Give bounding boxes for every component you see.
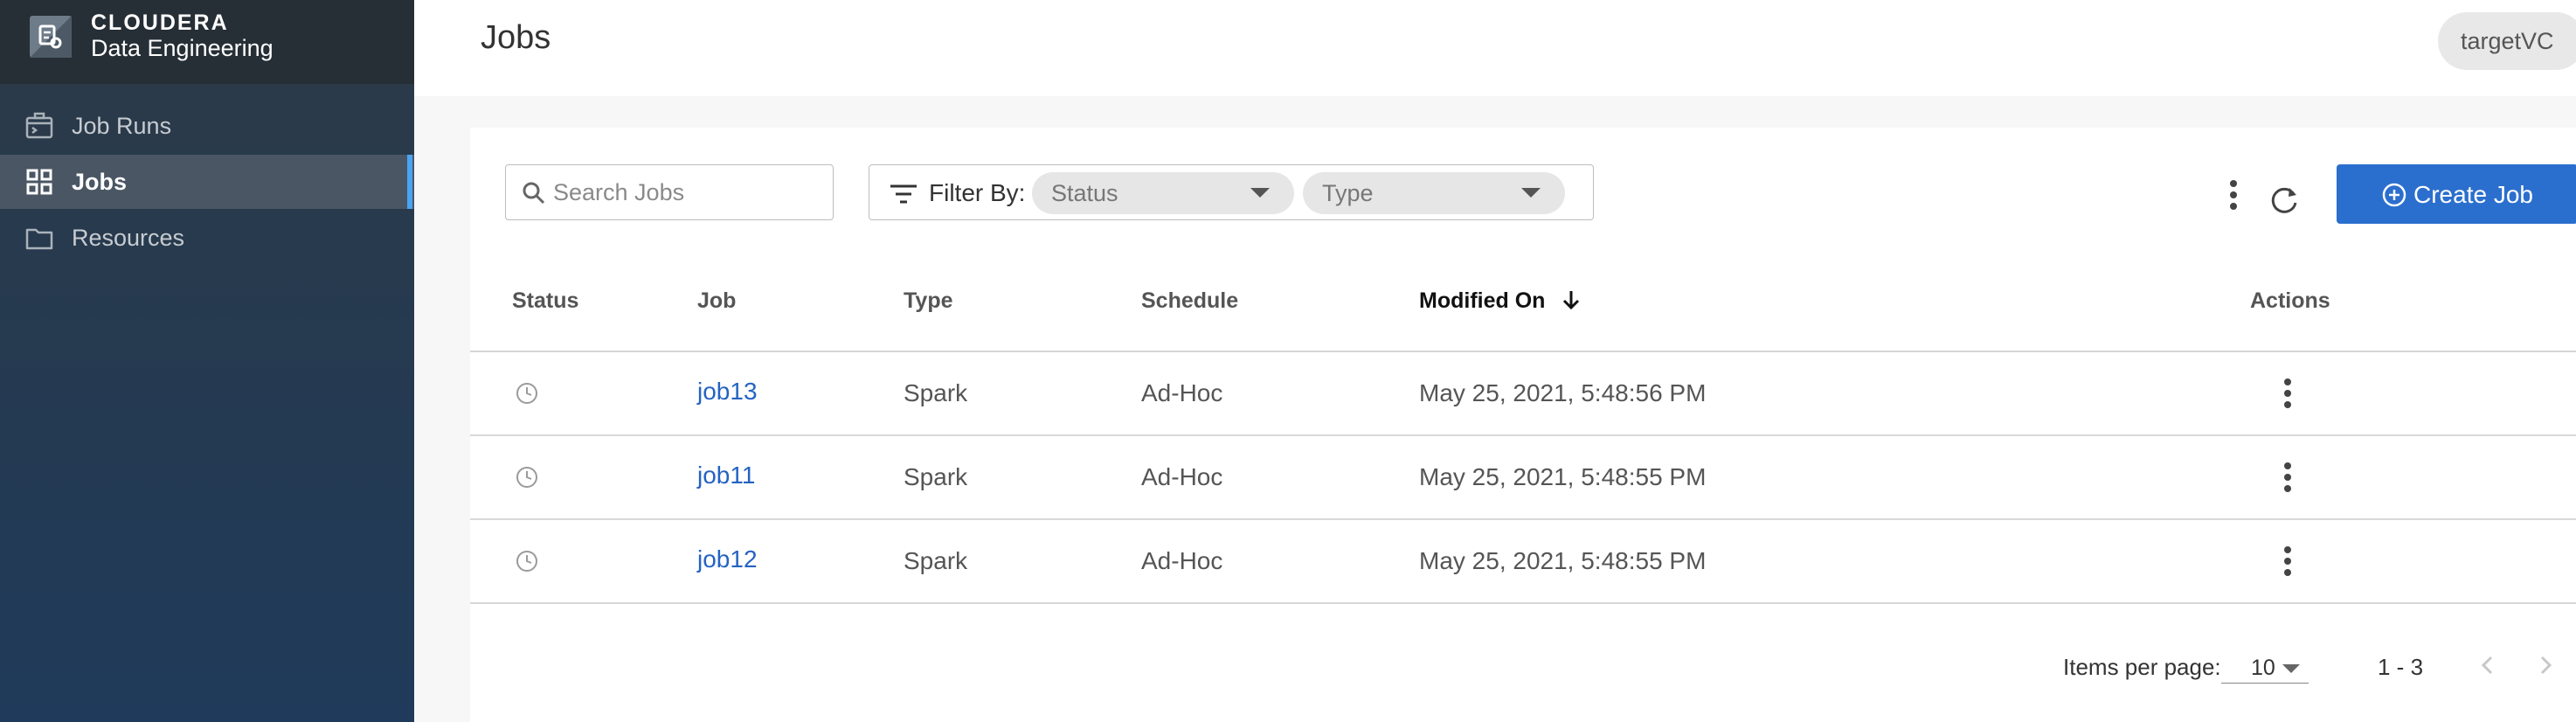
search-box[interactable]: [505, 164, 834, 220]
sidebar-item-job-runs[interactable]: Job Runs: [0, 99, 414, 153]
column-header-status[interactable]: Status: [512, 288, 578, 314]
column-header-actions: Actions: [2250, 288, 2330, 313]
pagination-range: 1 - 3: [2378, 654, 2424, 680]
brand-subtitle: Data Engineering: [91, 35, 274, 61]
grid-icon: [26, 169, 52, 195]
job-link[interactable]: job11: [697, 462, 755, 489]
row-actions-icon[interactable]: [2277, 546, 2298, 585]
caret-down-icon: [1521, 188, 1541, 198]
type-filter-placeholder: Type: [1322, 180, 1374, 206]
table-row: job13 Spark Ad-Hoc May 25, 2021, 5:48:56…: [470, 352, 2576, 436]
job-schedule: Ad-Hoc: [1141, 547, 1223, 574]
job-type: Spark: [904, 547, 968, 574]
more-options-icon[interactable]: [2223, 180, 2244, 219]
user-chip[interactable]: targetVC: [2438, 12, 2576, 70]
sidebar-item-resources[interactable]: Resources: [0, 211, 414, 265]
page-header: Jobs targetVC: [414, 0, 2576, 96]
status-filter-placeholder: Status: [1051, 180, 1118, 206]
sidebar: CLOUDERA Data Engineering Job Runs Jobs …: [0, 0, 414, 722]
table-row: job12 Spark Ad-Hoc May 25, 2021, 5:48:55…: [470, 520, 2576, 604]
job-modified-on: May 25, 2021, 5:48:56 PM: [1419, 379, 1707, 406]
sidebar-item-label: Jobs: [72, 168, 128, 195]
column-header-modified-on[interactable]: Modified On: [1419, 288, 1581, 314]
refresh-icon[interactable]: [2267, 184, 2302, 219]
row-actions-icon[interactable]: [2277, 378, 2298, 417]
folder-icon: [25, 228, 53, 250]
jobs-card: Filter By: Status Type Create Job Status…: [470, 128, 2576, 722]
terminal-icon: [25, 112, 53, 139]
cloudera-logo-icon: [30, 16, 72, 58]
job-type: Spark: [904, 463, 968, 490]
create-job-button[interactable]: Create Job: [2337, 164, 2576, 224]
row-actions-icon[interactable]: [2277, 462, 2298, 501]
brand-header: CLOUDERA Data Engineering: [0, 0, 414, 84]
filter-label: Filter By:: [929, 179, 1026, 206]
column-header-job[interactable]: Job: [697, 288, 736, 314]
clock-icon: [516, 551, 537, 572]
caret-down-icon: [2282, 664, 2300, 673]
filter-icon: [890, 184, 917, 204]
status-filter-select[interactable]: Status: [1032, 172, 1294, 214]
search-icon: [523, 182, 545, 205]
job-link[interactable]: job12: [697, 545, 758, 573]
items-per-page-select[interactable]: 10: [2221, 649, 2309, 684]
clock-icon: [516, 383, 537, 404]
sidebar-item-jobs[interactable]: Jobs: [0, 155, 414, 209]
type-filter-select[interactable]: Type: [1303, 172, 1565, 214]
column-header-type[interactable]: Type: [904, 288, 953, 314]
column-header-schedule[interactable]: Schedule: [1141, 288, 1238, 314]
job-schedule: Ad-Hoc: [1141, 463, 1223, 490]
table-row: job11 Spark Ad-Hoc May 25, 2021, 5:48:55…: [470, 436, 2576, 520]
sidebar-item-label: Job Runs: [72, 112, 172, 139]
clock-icon: [516, 467, 537, 488]
sidebar-item-label: Resources: [72, 224, 185, 251]
job-modified-on: May 25, 2021, 5:48:55 PM: [1419, 547, 1707, 574]
job-type: Spark: [904, 379, 968, 406]
caret-down-icon: [1250, 188, 1270, 198]
arrow-down-icon: [1563, 291, 1580, 310]
job-link[interactable]: job13: [697, 378, 758, 406]
plus-circle-icon: [2382, 183, 2406, 207]
chevron-right-icon[interactable]: [2532, 652, 2559, 678]
create-job-label: Create Job: [2413, 181, 2533, 208]
filter-bar: Filter By: Status Type: [869, 164, 1594, 220]
search-input[interactable]: [553, 172, 815, 212]
items-per-page-value: 10: [2251, 656, 2275, 680]
page-title: Jobs: [481, 19, 551, 56]
chevron-left-icon[interactable]: [2475, 652, 2501, 678]
items-per-page-label: Items per page:: [2063, 654, 2221, 680]
brand-title: CLOUDERA: [91, 10, 229, 35]
job-schedule: Ad-Hoc: [1141, 379, 1223, 406]
column-header-label: Modified On: [1419, 288, 1546, 313]
job-modified-on: May 25, 2021, 5:48:55 PM: [1419, 463, 1707, 490]
